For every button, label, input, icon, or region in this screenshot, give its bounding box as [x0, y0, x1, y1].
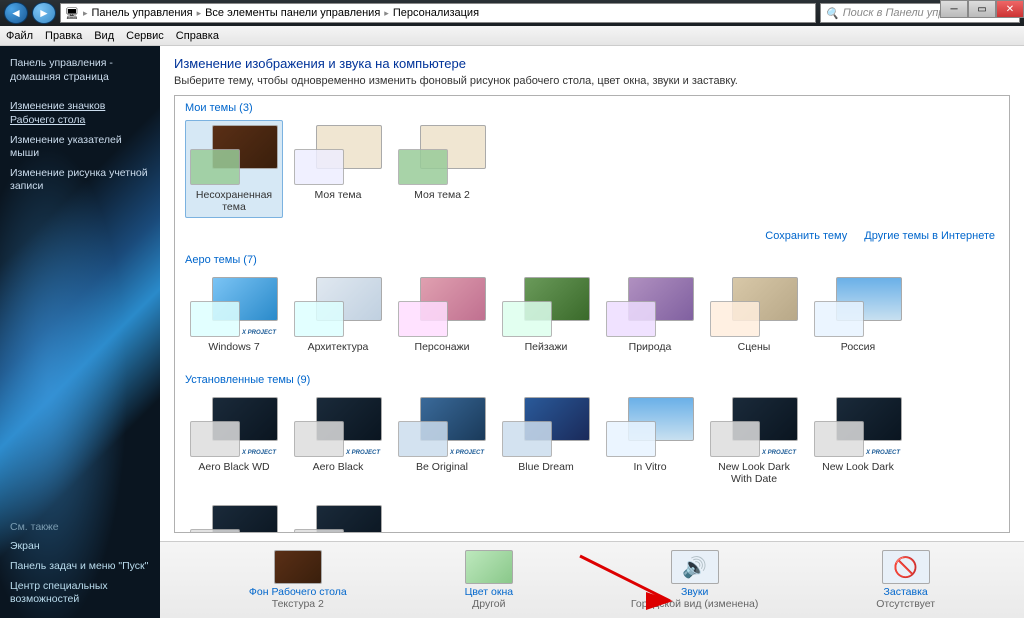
theme-item[interactable]: X PROJECTWindows 7 [185, 272, 283, 358]
theme-label: Be Original [396, 461, 488, 473]
menu-help[interactable]: Справка [176, 30, 219, 42]
sidebar-link-display[interactable]: Экран [10, 537, 150, 557]
theme-label: Природа [604, 341, 696, 353]
theme-label: Windows 7 [188, 341, 280, 353]
theme-item[interactable]: Сцены [705, 272, 803, 358]
theme-label: Сцены [708, 341, 800, 353]
theme-item[interactable] [185, 500, 283, 533]
theme-label: Aero Black [292, 461, 384, 473]
theme-label: New Look Dark With Date [708, 461, 800, 485]
sidebar-link-desktop-icons[interactable]: Изменение значков Рабочего стола [10, 97, 150, 130]
page-subtitle: Выберите тему, чтобы одновременно измени… [174, 75, 1010, 87]
page-title: Изменение изображения и звука на компьют… [174, 56, 1010, 71]
theme-label: Моя тема [292, 189, 384, 201]
theme-item[interactable] [289, 500, 387, 533]
bp-title: Фон Рабочего стола [249, 586, 347, 598]
chevron-right-icon: ▸ [83, 8, 88, 19]
theme-item[interactable]: Персонажи [393, 272, 491, 358]
screensaver-button[interactable]: 🚫 Заставка Отсутствует [876, 550, 935, 610]
theme-item[interactable]: Архитектура [289, 272, 387, 358]
bp-title: Цвет окна [465, 586, 514, 598]
bp-title: Заставка [876, 586, 935, 598]
theme-item[interactable]: Моя тема [289, 120, 387, 218]
section-installed-themes: Установленные темы (9) [175, 368, 1009, 392]
sidebar: Панель управления - домашняя страница Из… [0, 46, 160, 618]
menu-view[interactable]: Вид [94, 30, 114, 42]
theme-item[interactable]: Пейзажи [497, 272, 595, 358]
sounds-button[interactable]: 🔊 Звуки Городской вид (изменена) [631, 550, 758, 610]
theme-item[interactable]: Blue Dream [497, 392, 595, 490]
breadcrumb-item[interactable]: Панель управления [92, 7, 193, 19]
sidebar-link-ease-of-access[interactable]: Центр специальных возможностей [10, 577, 150, 610]
theme-label: Aero Black WD [188, 461, 280, 473]
color-icon [465, 550, 513, 584]
theme-item[interactable]: X PROJECTNew Look Dark With Date [705, 392, 803, 490]
bp-sub: Текстура 2 [249, 598, 347, 610]
maximize-button[interactable]: ▭ [968, 0, 996, 18]
theme-item[interactable]: X PROJECTNew Look Dark [809, 392, 907, 490]
bp-sub: Отсутствует [876, 598, 935, 610]
content-area: Изменение изображения и звука на компьют… [160, 46, 1024, 618]
link-more-themes[interactable]: Другие темы в Интернете [864, 230, 995, 242]
themes-pane[interactable]: Мои темы (3) Несохраненная тема Моя тема… [174, 95, 1010, 533]
theme-label: In Vitro [604, 461, 696, 473]
theme-label: Несохраненная тема [188, 189, 280, 213]
theme-label: Blue Dream [500, 461, 592, 473]
theme-label: Россия [812, 341, 904, 353]
sidebar-home[interactable]: Панель управления - домашняя страница [10, 54, 150, 87]
menu-service[interactable]: Сервис [126, 30, 164, 42]
breadcrumb-root-icon: 🖥 [65, 7, 79, 20]
menu-bar: Файл Правка Вид Сервис Справка [0, 26, 1024, 46]
theme-label: Персонажи [396, 341, 488, 353]
theme-label: Пейзажи [500, 341, 592, 353]
theme-label: New Look Dark [812, 461, 904, 473]
link-save-theme[interactable]: Сохранить тему [765, 230, 847, 242]
sidebar-see-also-label: См. также [10, 518, 150, 538]
section-my-themes: Мои темы (3) [175, 96, 1009, 120]
breadcrumb[interactable]: 🖥 ▸ Панель управления ▸ Все элементы пан… [60, 3, 816, 23]
desktop-background-button[interactable]: Фон Рабочего стола Текстура 2 [249, 550, 347, 610]
bp-sub: Городской вид (изменена) [631, 598, 758, 610]
theme-item[interactable]: X PROJECTAero Black WD [185, 392, 283, 490]
navigation-bar: ◄ ► 🖥 ▸ Панель управления ▸ Все элементы… [0, 0, 1024, 26]
breadcrumb-item[interactable]: Все элементы панели управления [205, 7, 380, 19]
theme-label: Моя тема 2 [396, 189, 488, 201]
wallpaper-icon [274, 550, 322, 584]
chevron-right-icon: ▸ [384, 8, 389, 19]
sounds-icon: 🔊 [671, 550, 719, 584]
section-aero-themes: Аеро темы (7) [175, 248, 1009, 272]
theme-item[interactable]: Россия [809, 272, 907, 358]
menu-edit[interactable]: Правка [45, 30, 82, 42]
breadcrumb-item[interactable]: Персонализация [393, 7, 479, 19]
forward-button[interactable]: ► [32, 2, 56, 24]
sidebar-link-mouse-pointers[interactable]: Изменение указателей мыши [10, 131, 150, 164]
bottom-panel: Фон Рабочего стола Текстура 2 Цвет окна … [160, 541, 1024, 618]
sidebar-link-taskbar[interactable]: Панель задач и меню "Пуск" [10, 557, 150, 577]
back-button[interactable]: ◄ [4, 2, 28, 24]
minimize-button[interactable]: ─ [940, 0, 968, 18]
screensaver-icon: 🚫 [882, 550, 930, 584]
theme-label: Архитектура [292, 341, 384, 353]
menu-file[interactable]: Файл [6, 30, 33, 42]
theme-item[interactable]: Природа [601, 272, 699, 358]
theme-item[interactable]: Несохраненная тема [185, 120, 283, 218]
chevron-right-icon: ▸ [197, 8, 202, 19]
bp-title: Звуки [631, 586, 758, 598]
search-icon: 🔍 [825, 7, 839, 20]
window-color-button[interactable]: Цвет окна Другой [465, 550, 514, 610]
theme-item[interactable]: In Vitro [601, 392, 699, 490]
sidebar-link-account-picture[interactable]: Изменение рисунка учетной записи [10, 164, 150, 197]
theme-item[interactable]: Моя тема 2 [393, 120, 491, 218]
close-button[interactable]: ✕ [996, 0, 1024, 18]
theme-item[interactable]: X PROJECTAero Black [289, 392, 387, 490]
bp-sub: Другой [465, 598, 514, 610]
theme-item[interactable]: X PROJECTBe Original [393, 392, 491, 490]
